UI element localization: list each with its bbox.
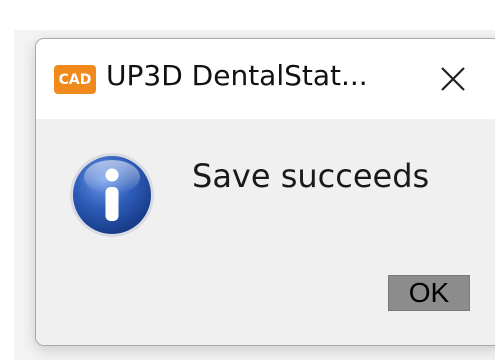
- info-icon: [70, 153, 154, 237]
- desktop-background-top: [0, 0, 495, 30]
- message-dialog: CAD UP3D DentalStat... Save succeeds OK: [35, 38, 495, 346]
- message-text: Save succeeds: [192, 157, 430, 195]
- app-icon-label: CAD: [58, 71, 92, 88]
- close-icon: [441, 67, 465, 91]
- close-button[interactable]: [428, 57, 478, 101]
- cad-app-icon: CAD: [54, 65, 96, 94]
- dialog-titlebar[interactable]: CAD UP3D DentalStat...: [36, 39, 495, 119]
- ok-button[interactable]: OK: [388, 275, 470, 311]
- dialog-content: Save succeeds OK: [36, 119, 495, 345]
- desktop-background-left: [0, 0, 14, 360]
- dialog-title: UP3D DentalStat...: [106, 59, 368, 92]
